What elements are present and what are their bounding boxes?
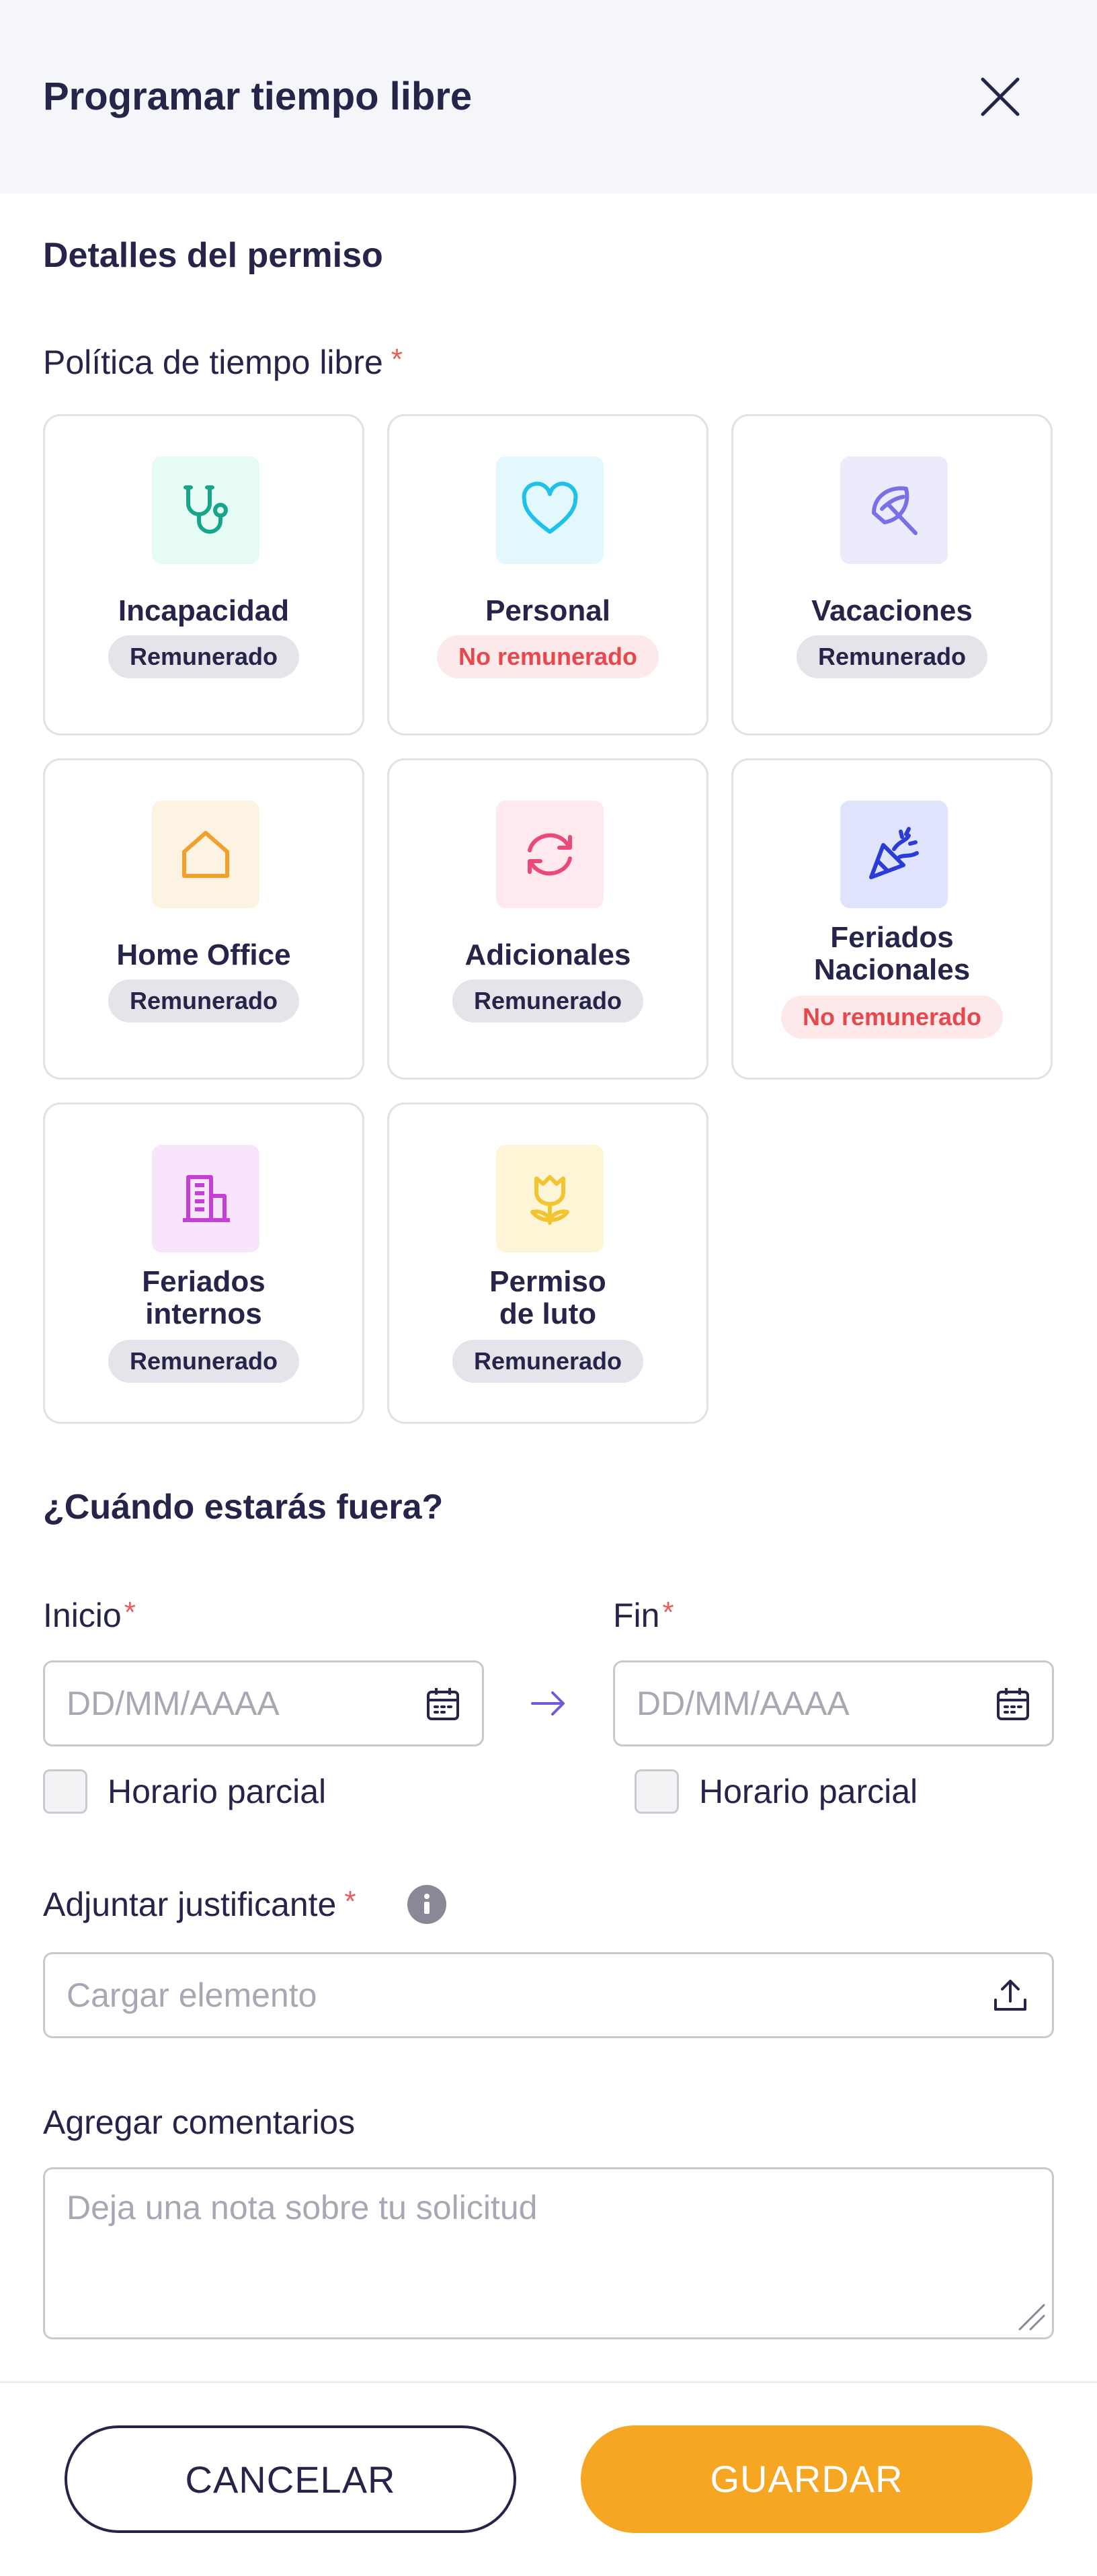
policy-name: Home Office: [116, 938, 291, 971]
policy-name: Feriados internos: [45, 1266, 362, 1330]
policy-card-feriados-internos[interactable]: Feriados internos Remunerado: [43, 1102, 364, 1424]
attachment-label: Adjuntar justificante *: [43, 1885, 356, 1924]
refresh-icon: [496, 801, 604, 908]
partial-start-label: Horario parcial: [108, 1773, 327, 1810]
start-label: Inicio*: [43, 1596, 136, 1635]
comments-placeholder: Deja una nota sobre tu solicitud: [67, 2189, 538, 2226]
required-mark: *: [344, 1885, 356, 1918]
policy-name-line: de luto: [499, 1297, 597, 1330]
partial-end-label: Horario parcial: [699, 1773, 918, 1810]
status-badge: Remunerado: [452, 979, 644, 1022]
status-badge: No remunerado: [436, 635, 659, 678]
start-date-placeholder: DD/MM/AAAA: [67, 1685, 280, 1722]
status-badge: Remunerado: [796, 635, 988, 678]
modal-header: Programar tiempo libre: [0, 0, 1097, 194]
party-popper-icon: [840, 801, 948, 908]
tulip-icon: [496, 1145, 604, 1252]
policy-name: Adicionales: [464, 938, 631, 971]
policy-name: Incapacidad: [118, 594, 290, 627]
close-button[interactable]: [971, 65, 1030, 129]
status-badge: Remunerado: [452, 1340, 644, 1383]
details-section-title: Detalles del permiso: [43, 236, 383, 275]
save-button[interactable]: GUARDAR: [581, 2425, 1032, 2533]
policy-name: Feriados Nacionales: [733, 922, 1051, 986]
required-mark: *: [391, 343, 403, 376]
comments-textarea[interactable]: Deja una nota sobre tu solicitud: [43, 2167, 1054, 2339]
policy-name: Personal: [485, 594, 610, 627]
policy-name-line: internos: [145, 1297, 262, 1330]
close-icon: [981, 77, 1020, 116]
policy-card-feriados-nacionales[interactable]: Feriados Nacionales No remunerado: [731, 758, 1053, 1080]
policy-card-incapacidad[interactable]: Incapacidad Remunerado: [43, 414, 364, 735]
policy-name-line: Nacionales: [813, 953, 971, 986]
heart-icon: [496, 456, 604, 564]
required-mark: *: [662, 1596, 674, 1629]
partial-end-checkbox[interactable]: [635, 1769, 679, 1814]
status-badge: No remunerado: [780, 996, 1004, 1039]
policy-card-personal[interactable]: Personal No remunerado: [387, 414, 708, 735]
policy-card-vacaciones[interactable]: Vacaciones Remunerado: [731, 414, 1053, 735]
calendar-icon: [997, 1688, 1029, 1720]
when-section-title: ¿Cuándo estarás fuera?: [43, 1488, 444, 1527]
end-label-text: Fin: [613, 1597, 660, 1634]
status-badge: Remunerado: [108, 635, 300, 678]
policy-card-adicionales[interactable]: Adicionales Remunerado: [387, 758, 708, 1080]
comments-label: Agregar comentarios: [43, 2103, 356, 2141]
calendar-icon: [427, 1688, 459, 1720]
required-mark: *: [124, 1596, 136, 1629]
policy-name: Permiso de luto: [389, 1266, 706, 1330]
footer-divider: [0, 2381, 1097, 2383]
end-date-placeholder: DD/MM/AAAA: [637, 1685, 850, 1722]
end-label: Fin*: [613, 1596, 674, 1635]
upload-input[interactable]: Cargar elemento: [43, 1952, 1054, 2038]
policy-label-text: Política de tiempo libre: [43, 344, 383, 381]
end-date-input[interactable]: DD/MM/AAAA: [613, 1660, 1054, 1746]
policy-card-home-office[interactable]: Home Office Remunerado: [43, 758, 364, 1080]
policy-name-line: Feriados: [830, 921, 954, 954]
upload-icon: [994, 1980, 1026, 2011]
policy-name: Vacaciones: [811, 594, 973, 627]
policy-card-permiso-luto[interactable]: Permiso de luto Remunerado: [387, 1102, 708, 1424]
policy-name-line: Permiso: [489, 1265, 606, 1298]
info-icon[interactable]: [407, 1885, 446, 1924]
building-icon: [152, 1145, 259, 1252]
attachment-label-text: Adjuntar justificante: [43, 1886, 337, 1923]
house-icon: [152, 801, 259, 908]
stethoscope-icon: [152, 456, 259, 564]
partial-start-checkbox[interactable]: [43, 1769, 87, 1814]
start-label-text: Inicio: [43, 1597, 122, 1634]
cancel-button[interactable]: CANCELAR: [65, 2425, 516, 2533]
policy-label: Política de tiempo libre *: [43, 343, 403, 382]
umbrella-icon: [840, 456, 948, 564]
status-badge: Remunerado: [108, 1340, 300, 1383]
resize-handle-icon[interactable]: [1014, 2300, 1047, 2332]
start-date-input[interactable]: DD/MM/AAAA: [43, 1660, 484, 1746]
status-badge: Remunerado: [108, 979, 300, 1022]
arrow-right-icon: [531, 1691, 565, 1716]
policy-name-line: Feriados: [142, 1265, 266, 1298]
upload-placeholder: Cargar elemento: [67, 1976, 317, 2014]
modal-title: Programar tiempo libre: [43, 75, 473, 118]
